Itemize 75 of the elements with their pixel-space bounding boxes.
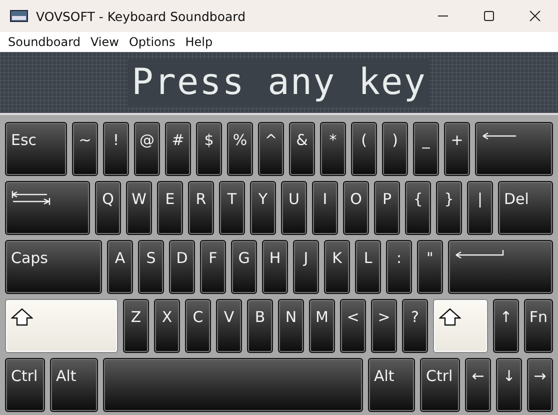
window-title: VOVSOFT - Keyboard Soundboard [36, 8, 247, 24]
keyboard-key[interactable]: { [405, 181, 431, 235]
keyboard-key[interactable]: Alt [368, 358, 415, 412]
keyboard-key[interactable]: X [154, 299, 180, 353]
keyboard-key[interactable]: A [107, 240, 133, 294]
keyboard-key[interactable]: < [340, 299, 366, 353]
keyboard-key[interactable]: # [165, 122, 191, 176]
keyboard-key[interactable]: ! [103, 122, 129, 176]
keyboard-key[interactable]: O [343, 181, 369, 235]
keyboard-key[interactable]: J [293, 240, 319, 294]
menu-item[interactable]: Help [181, 35, 217, 49]
display-text: Press any key [128, 58, 430, 106]
menu-item[interactable]: Soundboard [4, 35, 84, 49]
keyboard-key[interactable]: & [289, 122, 315, 176]
keyboard-key[interactable]: W [126, 181, 152, 235]
keyboard-key[interactable]: I [312, 181, 338, 235]
keyboard-key[interactable]: ← [465, 358, 491, 412]
keyboard-key[interactable]: Q [95, 181, 121, 235]
keyboard-key[interactable]: K [324, 240, 350, 294]
keyboard-key[interactable]: F [200, 240, 226, 294]
keyboard-key[interactable]: _ [413, 122, 439, 176]
keyboard-key[interactable]: V [216, 299, 242, 353]
keyboard-key[interactable]: % [227, 122, 253, 176]
keyboard-key[interactable]: Alt [50, 358, 98, 412]
keyboard-key[interactable]: | [467, 181, 493, 235]
keyboard-key[interactable]: $ [196, 122, 222, 176]
keyboard-key[interactable]: ~ [72, 122, 98, 176]
keyboard-key[interactable] [5, 181, 90, 235]
keyboard-key[interactable]: > [371, 299, 397, 353]
keyboard-key[interactable]: Z [123, 299, 149, 353]
keyboard-key[interactable]: → [527, 358, 553, 412]
keyboard-key[interactable]: " [417, 240, 443, 294]
shift-arrow-icon [11, 308, 33, 326]
space-key[interactable] [103, 358, 363, 412]
keyboard-key[interactable]: C [185, 299, 211, 353]
keyboard-key[interactable] [433, 299, 488, 353]
keyboard-key[interactable]: H [262, 240, 288, 294]
keyboard-key[interactable]: T [219, 181, 245, 235]
keyboard-key[interactable]: Ctrl [420, 358, 460, 412]
keyboard-key[interactable]: Del [498, 181, 553, 235]
keyboard-key[interactable]: } [436, 181, 462, 235]
keyboard-key[interactable]: N [278, 299, 304, 353]
keyboard-key[interactable]: Caps [5, 240, 102, 294]
keyboard-key[interactable]: G [231, 240, 257, 294]
keyboard-key[interactable]: ↓ [496, 358, 522, 412]
close-icon [529, 10, 541, 22]
keyboard-key[interactable]: M [309, 299, 335, 353]
keyboard-key[interactable]: U [281, 181, 307, 235]
keyboard-key[interactable]: Esc [5, 122, 67, 176]
keyboard-key[interactable]: B [247, 299, 273, 353]
keyboard-key[interactable]: Ctrl [5, 358, 45, 412]
keyboard-key[interactable]: R [188, 181, 214, 235]
keyboard-key[interactable]: ? [402, 299, 428, 353]
keyboard-key[interactable]: + [444, 122, 470, 176]
shift-arrow-icon [439, 308, 461, 326]
keyboard-key[interactable]: : [386, 240, 412, 294]
keyboard-key[interactable]: Y [250, 181, 276, 235]
keyboard-key[interactable]: L [355, 240, 381, 294]
keyboard-key[interactable]: @ [134, 122, 160, 176]
keyboard-key[interactable]: E [157, 181, 183, 235]
backspace-arrow-icon [481, 131, 517, 141]
keyboard-key[interactable]: P [374, 181, 400, 235]
keyboard-key[interactable]: ) [382, 122, 408, 176]
keyboard-key[interactable]: Fn [524, 299, 553, 353]
keyboard-key[interactable]: ^ [258, 122, 284, 176]
keyboard-key[interactable]: * [320, 122, 346, 176]
menu-item[interactable]: Options [124, 35, 180, 49]
maximize-icon [483, 10, 495, 22]
keyboard-key[interactable]: ↑ [493, 299, 519, 353]
menu-item[interactable]: View [86, 35, 123, 49]
keyboard-key[interactable]: D [169, 240, 195, 294]
keyboard-key[interactable]: ( [351, 122, 377, 176]
tab-arrows-icon [11, 190, 51, 206]
keyboard-key[interactable]: S [138, 240, 164, 294]
enter-arrow-icon [454, 249, 504, 261]
